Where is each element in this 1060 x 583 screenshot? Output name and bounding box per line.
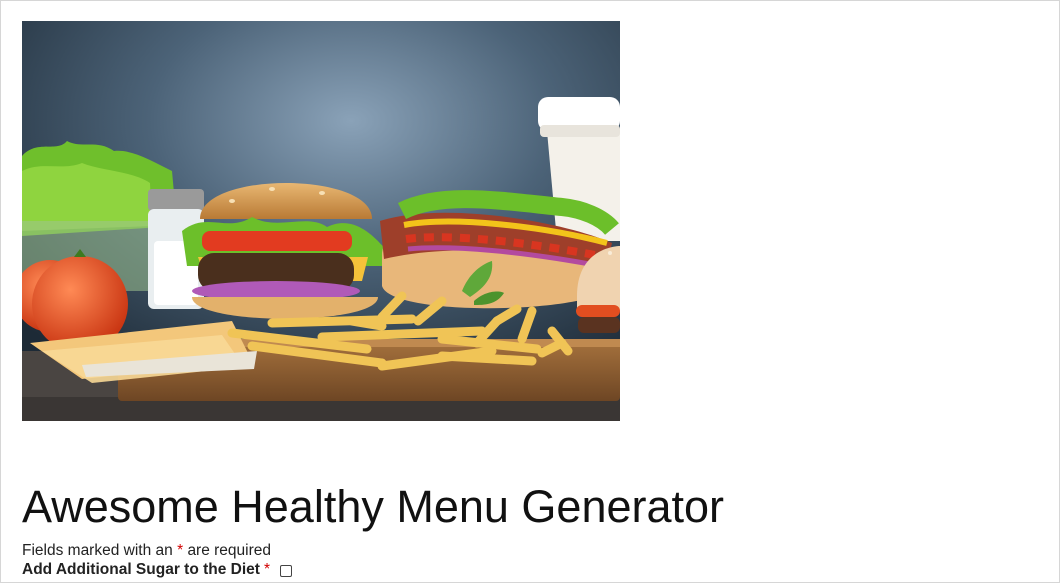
- sugar-field-required-asterisk: *: [263, 561, 270, 578]
- required-note-suffix: are required: [187, 542, 272, 559]
- burger: [182, 183, 387, 319]
- sugar-field-row: Add Additional Sugar to the Diet *: [22, 560, 295, 580]
- page-title: Awesome Healthy Menu Generator: [22, 481, 725, 532]
- required-fields-note: Fields marked with an * are required: [22, 542, 271, 560]
- sugar-field-label-text: Add Additional Sugar to the Diet: [22, 561, 260, 578]
- required-asterisk: *: [177, 542, 184, 559]
- required-note-prefix: Fields marked with an: [22, 542, 173, 559]
- sugar-field-label[interactable]: Add Additional Sugar to the Diet *: [22, 560, 270, 580]
- hero-image: [22, 21, 620, 421]
- add-sugar-checkbox[interactable]: [280, 564, 292, 577]
- page-frame: Awesome Healthy Menu Generator Fields ma…: [0, 0, 1060, 583]
